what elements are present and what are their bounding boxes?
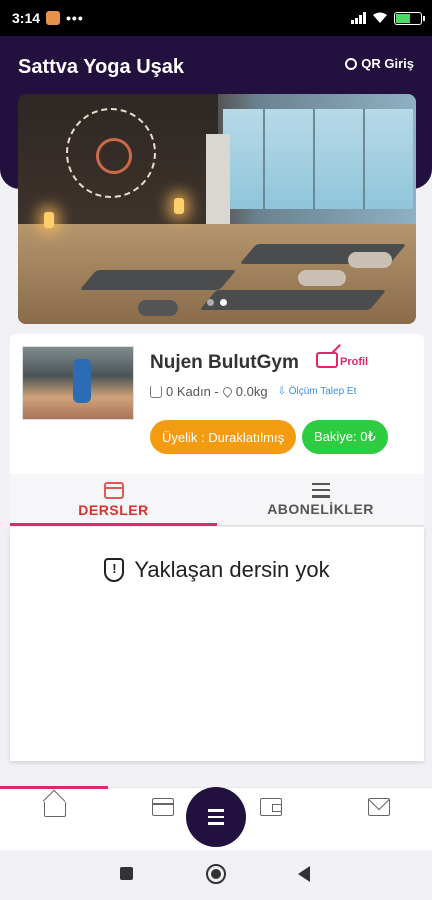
qr-login-button[interactable]: QR Giriş xyxy=(345,56,414,71)
profile-edit-label: Profil xyxy=(340,356,369,368)
profile-edit-button[interactable]: Profil xyxy=(316,352,368,368)
gender-value: 0 Kadın - xyxy=(166,384,219,399)
user-name: Nujen BulutGym xyxy=(150,352,299,373)
measurement-request-link[interactable]: ⇩ Ölçüm Talep Et xyxy=(278,386,357,397)
tab-dersler-label: DERSLER xyxy=(78,501,149,518)
crown-icon xyxy=(150,385,162,398)
lessons-panel: Yaklaşan dersin yok xyxy=(10,527,424,761)
measurement-request-label: Ölçüm Talep Et xyxy=(288,386,357,397)
nav-active-indicator xyxy=(0,786,108,789)
bolster xyxy=(138,300,178,316)
empty-state-message: Yaklaşan dersin yok xyxy=(134,557,330,582)
yoga-mat xyxy=(199,290,387,310)
bolster xyxy=(348,252,392,268)
status-icons xyxy=(351,0,425,36)
scale-icon xyxy=(220,385,234,398)
hero-slider[interactable] xyxy=(18,94,416,324)
page-title: Sattva Yoga Uşak xyxy=(18,56,185,78)
tab-bar: DERSLER ABONELİKLER xyxy=(10,474,424,526)
menu-icon-line xyxy=(208,815,224,819)
profile-card: Nujen BulutGym Profil 0 Kadın - 0.0kg ⇩ … xyxy=(10,334,424,474)
avatar xyxy=(22,346,134,420)
more-notifications-icon: ••• xyxy=(66,10,84,26)
hero-window xyxy=(223,109,413,209)
crosshair-icon xyxy=(345,57,358,70)
membership-status-badge[interactable]: Üyelik : Duraklatılmış xyxy=(150,420,297,454)
slider-dot-active[interactable] xyxy=(220,299,227,306)
slider-dots xyxy=(207,299,227,306)
back-icon[interactable] xyxy=(298,866,310,882)
calendar-icon[interactable] xyxy=(152,798,174,816)
list-icon xyxy=(311,482,330,498)
bolster xyxy=(298,270,346,286)
edit-icon xyxy=(316,352,338,368)
slider-dot[interactable] xyxy=(207,299,214,306)
menu-button[interactable] xyxy=(186,787,246,847)
status-bar: 3:14 ••• xyxy=(0,0,432,36)
tab-abonelikler-label: ABONELİKLER xyxy=(267,500,374,517)
balance-badge[interactable]: Bakiye: 0₺ xyxy=(302,420,388,454)
mail-icon[interactable] xyxy=(368,798,390,816)
user-stats: 0 Kadın - 0.0kg ⇩ Ölçüm Talep Et xyxy=(150,384,356,399)
home-system-icon[interactable] xyxy=(206,864,226,884)
wallet-icon[interactable] xyxy=(260,798,282,816)
signal-icon xyxy=(351,12,366,24)
lamp-decor xyxy=(174,198,184,214)
menu-icon-line xyxy=(208,809,224,812)
mandala-decor xyxy=(66,108,156,198)
battery-icon xyxy=(394,11,425,25)
tab-abonelikler[interactable]: ABONELİKLER xyxy=(217,474,424,525)
system-nav-bar xyxy=(0,850,432,900)
shield-alert-icon xyxy=(104,558,125,582)
status-time: 3:14 xyxy=(12,10,41,26)
notification-icon xyxy=(46,11,61,25)
tab-dersler[interactable]: DERSLER xyxy=(10,474,217,526)
recents-icon[interactable] xyxy=(120,867,133,880)
home-icon[interactable] xyxy=(44,802,66,817)
lamp-decor xyxy=(44,212,54,228)
empty-state: Yaklaşan dersin yok xyxy=(10,557,424,583)
weight-value: 0.0kg xyxy=(235,384,268,399)
menu-icon-line xyxy=(208,822,224,825)
yoga-mat xyxy=(79,270,237,290)
wifi-icon xyxy=(373,12,387,23)
qr-login-label: QR Giriş xyxy=(361,56,414,71)
calendar-icon xyxy=(103,481,124,499)
